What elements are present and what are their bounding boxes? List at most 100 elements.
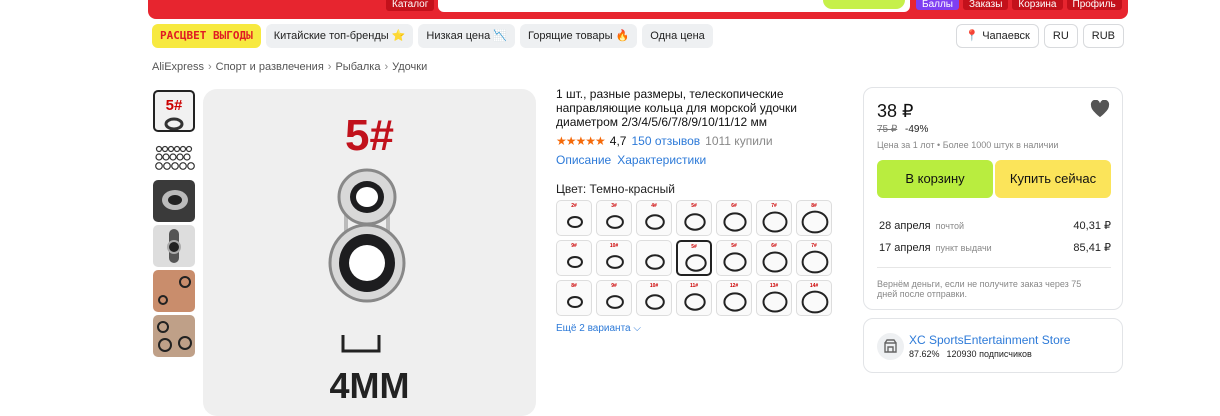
thumbnail[interactable] (153, 315, 195, 357)
swatch-ring-image (762, 211, 788, 233)
variant-swatch[interactable]: 14# (796, 280, 832, 316)
city-selector[interactable]: 📍 Чапаевск (956, 24, 1039, 48)
delivery-option[interactable]: 17 апреля пункт выдачи 85,41 ₽ (879, 241, 1111, 255)
variant-swatch[interactable]: 7# (756, 200, 792, 236)
store-icon (877, 333, 904, 360)
delivery-type: пункт выдачи (935, 242, 992, 253)
more-variants-label: Ещё 2 варианта (556, 323, 631, 334)
variant-swatch[interactable]: 5# (716, 240, 752, 276)
variant-swatch[interactable]: 5# (676, 200, 712, 236)
breadcrumb-item[interactable]: AliExpress (152, 61, 204, 73)
breadcrumb: AliExpress › Спорт и развлечения › Рыбал… (152, 61, 427, 73)
product-title: 1 шт., разные размеры, телескопические н… (556, 87, 798, 129)
variant-swatch[interactable]: 12# (716, 280, 752, 316)
more-variants-link[interactable]: Ещё 2 варианта ⌵ (556, 323, 641, 334)
breadcrumb-item[interactable]: Спорт и развлечения (216, 61, 324, 73)
swatch-ring-image (723, 292, 747, 312)
catalog-button[interactable]: Каталог (386, 0, 435, 11)
points-link[interactable]: Баллы (916, 0, 959, 10)
tab-description[interactable]: Описание (556, 153, 611, 167)
swatch-ring-image (567, 296, 583, 308)
header-links: Баллы Заказы Корзина Профиль (916, 0, 1122, 10)
profile-link[interactable]: Профиль (1066, 0, 1122, 10)
buy-now-button[interactable]: Купить сейчас (995, 160, 1111, 198)
orders-link[interactable]: Заказы (962, 0, 1009, 10)
swatch-ring-image (801, 290, 829, 314)
delivery-price: 40,31 ₽ (1073, 220, 1111, 232)
tab-characteristics[interactable]: Характеристики (617, 153, 706, 167)
delivery-option[interactable]: 28 апреля почтой 40,31 ₽ (879, 219, 1111, 233)
currency-selector[interactable]: RUB (1082, 24, 1124, 48)
old-price: 75 ₽ (877, 124, 898, 135)
store-rating: 87.62% (909, 349, 940, 359)
add-to-cart-button[interactable]: В корзину (877, 160, 993, 198)
rating-value: 4,7 (609, 134, 627, 148)
variant-swatch[interactable]: 13# (756, 280, 792, 316)
variant-swatch[interactable]: 11# (676, 280, 712, 316)
swatch-ring-image (645, 254, 665, 270)
breadcrumb-item[interactable]: Рыбалка (335, 61, 380, 73)
rating-row: ★★★★★ 4,7 150 отзывов 1011 купили (556, 134, 773, 148)
thumbnail[interactable] (153, 180, 195, 222)
guide-rings-image (155, 145, 195, 170)
variant-swatch[interactable]: 10# (596, 240, 632, 276)
variant-swatch[interactable]: 9# (596, 280, 632, 316)
variant-swatch[interactable]: 3# (596, 200, 632, 236)
promo-chip-one-price[interactable]: Одна цена (642, 24, 713, 48)
variant-swatch[interactable]: 8# (556, 280, 592, 316)
variant-swatch[interactable]: 10# (636, 280, 672, 316)
refund-note: Вернём деньги, если не получите заказ че… (877, 279, 1082, 299)
variant-swatch[interactable]: 4# (636, 200, 672, 236)
promo-chip-low-price[interactable]: Низкая цена 📉 (418, 24, 515, 48)
dimension-label: 4MM (329, 365, 410, 406)
variant-swatch[interactable]: 9# (556, 240, 592, 276)
thumbnail[interactable] (153, 135, 195, 177)
price: 38 ₽ (877, 101, 914, 121)
breadcrumb-item[interactable]: Удочки (392, 61, 427, 73)
variant-swatches: 2# 3# 4# 5# 6# 7# 8# 9# 10# 5# 5# 6# 7# 8# 9# 10# 11# 12#… (556, 200, 832, 316)
promo-chip-sale[interactable]: РАСЦВЕТ ВЫГОДЫ (152, 24, 261, 48)
divider (877, 267, 1111, 268)
chevron-right-icon: › (207, 61, 212, 73)
swatch-ring-image (723, 212, 747, 232)
swatch-ring-image (567, 216, 583, 228)
reviews-link[interactable]: 150 отзывов (631, 134, 700, 148)
store-card[interactable]: XC SportsEntertainment Store 87.62% 1209… (863, 318, 1123, 373)
heart-icon[interactable] (1090, 100, 1110, 118)
variant-swatch[interactable]: 7# (796, 240, 832, 276)
promo-chip-top-brands[interactable]: Китайские топ-бренды ⭐ (265, 24, 414, 48)
variant-swatch[interactable]: 5# (676, 240, 712, 276)
cart-link[interactable]: Корзина (1012, 0, 1063, 10)
chevron-right-icon: › (384, 61, 389, 73)
guide-ring-image (167, 229, 181, 263)
promo-chip-hot[interactable]: Горящие товары 🔥 (519, 24, 638, 48)
store-name[interactable]: XC SportsEntertainment Store (909, 333, 1070, 347)
swatch-ring-image (762, 291, 788, 313)
location-pin-icon: 📍 (965, 30, 980, 42)
language-selector[interactable]: RU (1043, 24, 1078, 48)
guide-ring-closeup-image (162, 190, 188, 210)
swatch-ring-image (685, 254, 707, 272)
swatch-ring-image (762, 251, 788, 273)
swatch-ring-image (567, 256, 583, 268)
delivery-date: 17 апреля (879, 241, 931, 254)
variant-swatch[interactable]: 2# (556, 200, 592, 236)
thumbnail[interactable] (153, 270, 195, 312)
variant-swatch[interactable]: 8# (796, 200, 832, 236)
variant-swatch[interactable]: 6# (756, 240, 792, 276)
delivery-date: 28 апреля (879, 219, 931, 232)
swatch-ring-image (645, 294, 665, 310)
buy-box: 38 ₽ 75 ₽ -49% Цена за 1 лот • Более 100… (863, 87, 1123, 310)
thumbnail[interactable]: 5# (153, 90, 195, 132)
delivery-type: почтой (935, 220, 965, 231)
variant-swatch[interactable]: 6# (716, 200, 752, 236)
product-tabs: Описание Характеристики (556, 153, 706, 167)
search-button[interactable] (823, 0, 905, 9)
locale-chips: 📍 Чапаевск RU RUB (956, 24, 1124, 48)
variant-swatch[interactable] (636, 240, 672, 276)
store-subscribers: 120930 подписчиков (946, 349, 1032, 359)
main-product-image[interactable]: 5# 4MM (203, 89, 536, 416)
thumbnail[interactable] (153, 225, 195, 267)
chevron-right-icon: › (327, 61, 332, 73)
swatch-ring-image (684, 293, 706, 311)
